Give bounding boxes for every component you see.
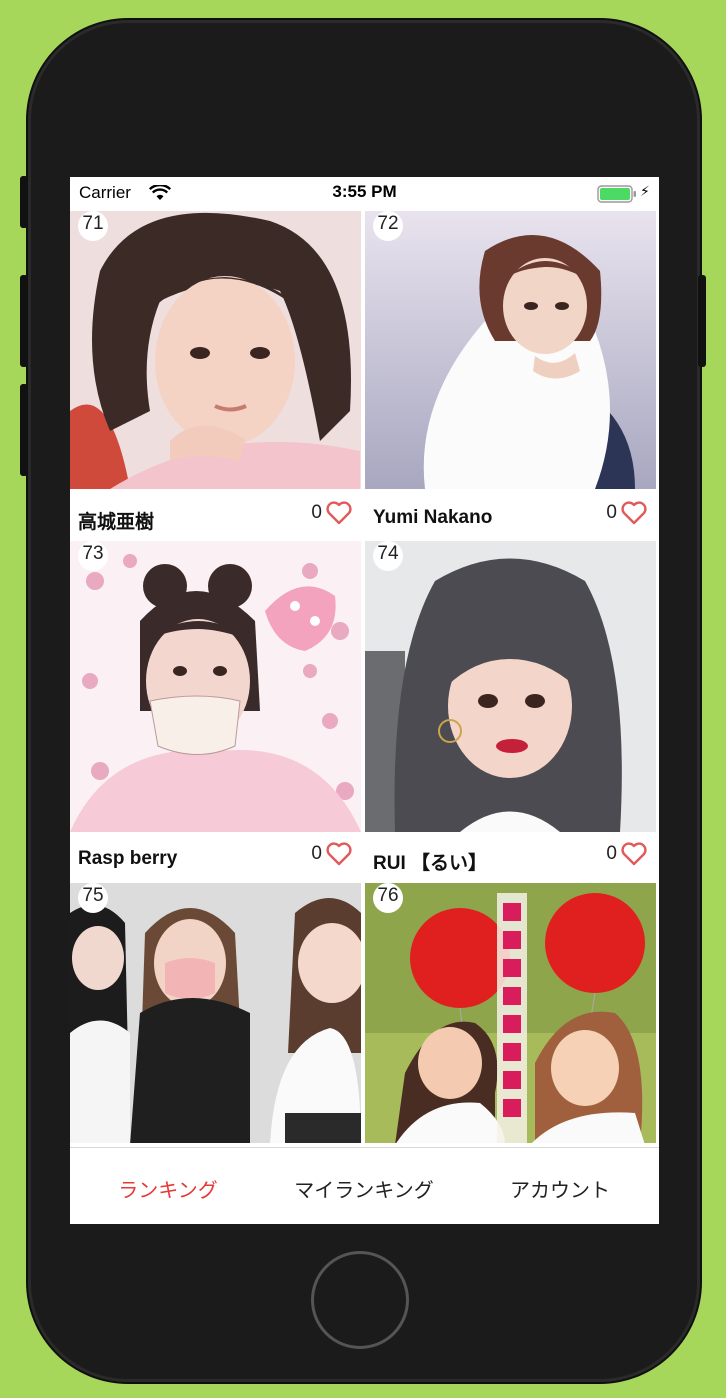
heart-icon[interactable] bbox=[325, 841, 353, 867]
photo-thumbnail[interactable]: 71 bbox=[70, 211, 361, 489]
rank-badge: 74 bbox=[373, 541, 403, 571]
ranking-card[interactable]: 73 Rasp berry 0 bbox=[70, 541, 361, 881]
tab-account[interactable]: アカウント bbox=[462, 1174, 658, 1203]
like-count: 0 bbox=[311, 843, 322, 864]
like-control[interactable]: 0 bbox=[606, 841, 648, 867]
ranking-card[interactable]: 75 bbox=[70, 883, 361, 1143]
rank-badge: 75 bbox=[78, 883, 108, 913]
ranking-card[interactable]: 76 bbox=[365, 883, 656, 1143]
portrait-image bbox=[365, 211, 656, 489]
card-name: 高城亜樹 bbox=[78, 512, 155, 533]
like-control[interactable]: 0 bbox=[311, 500, 353, 526]
heart-icon[interactable] bbox=[620, 500, 648, 526]
photo-thumbnail[interactable]: 73 bbox=[70, 541, 361, 832]
portrait-image bbox=[70, 211, 361, 489]
portrait-image bbox=[70, 541, 361, 832]
volume-up-button bbox=[20, 275, 28, 367]
like-count: 0 bbox=[311, 502, 322, 523]
status-time: 3:55 PM bbox=[332, 182, 397, 201]
tab-bar: ランキング マイランキング アカウント bbox=[70, 1147, 659, 1224]
heart-icon[interactable] bbox=[325, 500, 353, 526]
battery-icon bbox=[597, 185, 636, 203]
status-bar: Carrier 3:55 PM ⚡ bbox=[70, 177, 659, 211]
poster-image bbox=[365, 883, 656, 1143]
power-button bbox=[698, 275, 706, 367]
like-count: 0 bbox=[606, 843, 617, 864]
card-name: Rasp berry bbox=[78, 848, 178, 869]
photo-thumbnail[interactable]: 76 bbox=[365, 883, 656, 1143]
ranking-card[interactable]: 74 RUI 【るい】 0 bbox=[365, 541, 656, 881]
ranking-card[interactable]: 72 Yumi Nakano 0 bbox=[365, 211, 656, 541]
portrait-image bbox=[365, 541, 656, 832]
ranking-grid[interactable]: 71 高城亜樹 0 72 Yumi Nakano 0 73 Rasp berry… bbox=[70, 211, 659, 1143]
app-screen: Carrier 3:55 PM ⚡ 71 高城亜樹 0 72 Yumi Naka… bbox=[70, 177, 659, 1224]
like-control[interactable]: 0 bbox=[606, 500, 648, 526]
photo-thumbnail[interactable]: 75 bbox=[70, 883, 361, 1143]
home-button[interactable] bbox=[311, 1251, 409, 1349]
card-name: Yumi Nakano bbox=[373, 507, 493, 528]
like-control[interactable]: 0 bbox=[311, 841, 353, 867]
rank-badge: 73 bbox=[78, 541, 108, 571]
photo-thumbnail[interactable]: 74 bbox=[365, 541, 656, 832]
tab-my-ranking[interactable]: マイランキング bbox=[266, 1174, 462, 1203]
rank-badge: 72 bbox=[373, 211, 403, 241]
ranking-card[interactable]: 71 高城亜樹 0 bbox=[70, 211, 361, 541]
charging-icon: ⚡ bbox=[640, 183, 650, 199]
card-name: RUI 【るい】 bbox=[373, 853, 488, 874]
like-count: 0 bbox=[606, 502, 617, 523]
rank-badge: 71 bbox=[78, 211, 108, 241]
mute-switch bbox=[20, 176, 28, 228]
heart-icon[interactable] bbox=[620, 841, 648, 867]
tab-ranking[interactable]: ランキング bbox=[70, 1174, 266, 1203]
rank-badge: 76 bbox=[373, 883, 403, 913]
photo-thumbnail[interactable]: 72 bbox=[365, 211, 656, 489]
group-photo-image bbox=[70, 883, 361, 1143]
volume-down-button bbox=[20, 384, 28, 476]
